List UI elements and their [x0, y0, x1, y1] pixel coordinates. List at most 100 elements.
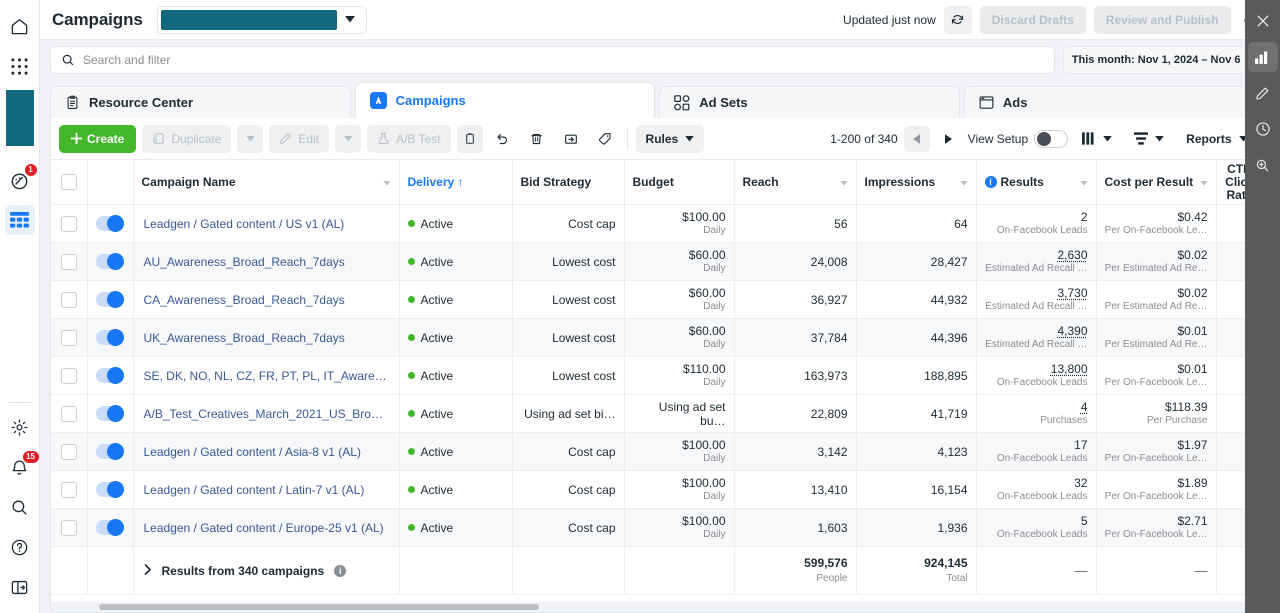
delete-button[interactable]: [523, 125, 551, 153]
revert-button[interactable]: [489, 125, 517, 153]
date-range-picker[interactable]: This month: Nov 1, 2024 – Nov 6: [1063, 46, 1265, 74]
campaign-name-link[interactable]: Leadgen / Gated content / Latin-7 v1 (AL…: [134, 483, 399, 497]
campaigns-table-container[interactable]: Campaign Name Delivery ↑ Bid Strategy Bu…: [51, 160, 1264, 612]
chevron-right-icon[interactable]: [144, 564, 152, 578]
table-row[interactable]: Leadgen / Gated content / US v1 (AL) Act…: [51, 205, 1263, 243]
duplicate-button[interactable]: Duplicate: [142, 125, 231, 153]
table-row[interactable]: Leadgen / Gated content / Latin-7 v1 (AL…: [51, 471, 1263, 509]
column-header-results[interactable]: i Results: [976, 160, 1096, 205]
column-header-impressions[interactable]: Impressions: [856, 160, 976, 205]
column-header-bid-strategy[interactable]: Bid Strategy: [512, 160, 624, 205]
account-selector[interactable]: [157, 6, 367, 34]
column-header-campaign-name[interactable]: Campaign Name: [133, 160, 399, 205]
table-row[interactable]: AU_Awareness_Broad_Reach_7days Active Lo…: [51, 243, 1263, 281]
search-input[interactable]: Search and filter: [50, 46, 1055, 74]
edit-button[interactable]: Edit: [269, 125, 329, 153]
tab-ads[interactable]: Ads: [964, 86, 1265, 118]
help-icon[interactable]: [0, 527, 40, 567]
column-header-reach[interactable]: Reach: [734, 160, 856, 205]
gear-icon[interactable]: [0, 407, 40, 447]
campaign-name-link[interactable]: Leadgen / Gated content / Asia-8 v1 (AL): [134, 445, 399, 459]
chevron-down-icon[interactable]: [383, 175, 391, 189]
row-checkbox[interactable]: [61, 444, 77, 460]
zoom-search-icon[interactable]: [1248, 150, 1278, 180]
breakdown-button[interactable]: [1126, 125, 1172, 153]
campaign-on-off-toggle[interactable]: [96, 444, 124, 459]
discard-drafts-button[interactable]: Discard Drafts: [980, 6, 1086, 34]
edit-dropdown-button[interactable]: [335, 125, 361, 153]
tab-ad-sets[interactable]: Ad Sets: [659, 86, 960, 118]
next-page-button[interactable]: [936, 126, 962, 152]
campaign-name-link[interactable]: CA_Awareness_Broad_Reach_7days: [134, 293, 399, 307]
campaign-on-off-toggle[interactable]: [96, 254, 124, 269]
campaign-on-off-toggle[interactable]: [96, 368, 124, 383]
previous-page-button[interactable]: [904, 126, 930, 152]
table-row[interactable]: SE, DK, NO, NL, CZ, FR, PT, PL, IT_Aware…: [51, 357, 1263, 395]
chevron-down-icon[interactable]: [1200, 175, 1208, 189]
campaign-on-off-toggle[interactable]: [96, 292, 124, 307]
home-icon[interactable]: [0, 6, 40, 46]
row-checkbox[interactable]: [61, 292, 77, 308]
bar-chart-icon[interactable]: [1248, 42, 1278, 72]
chevron-down-icon[interactable]: [840, 175, 848, 189]
campaign-on-off-toggle[interactable]: [96, 216, 124, 231]
row-checkbox[interactable]: [61, 406, 77, 422]
campaign-on-off-toggle[interactable]: [96, 520, 124, 535]
row-checkbox[interactable]: [61, 482, 77, 498]
campaign-name-link[interactable]: A/B_Test_Creatives_March_2021_US_Broad_…: [134, 407, 399, 421]
campaign-on-off-toggle[interactable]: [96, 406, 124, 421]
copy-button[interactable]: [457, 125, 483, 153]
review-and-publish-button[interactable]: Review and Publish: [1094, 6, 1231, 34]
campaign-name-link[interactable]: Leadgen / Gated content / US v1 (AL): [134, 217, 399, 231]
campaign-name-link[interactable]: UK_Awareness_Broad_Reach_7days: [134, 331, 399, 345]
column-header-delivery[interactable]: Delivery ↑: [399, 160, 512, 205]
panel-toggle-icon[interactable]: [0, 567, 40, 607]
rules-button[interactable]: Rules: [636, 125, 705, 153]
refresh-button[interactable]: [944, 6, 972, 34]
summary-label-cell[interactable]: Results from 340 campaigns i: [133, 547, 399, 595]
info-icon[interactable]: i: [985, 176, 997, 188]
campaign-name-link[interactable]: SE, DK, NO, NL, CZ, FR, PT, PL, IT_Aware…: [134, 369, 399, 383]
bell-icon[interactable]: 15: [0, 447, 40, 487]
tab-campaigns[interactable]: Campaigns: [355, 82, 656, 118]
account-logo[interactable]: [6, 90, 34, 146]
horizontal-scrollbar-track[interactable]: [51, 602, 1264, 612]
row-checkbox[interactable]: [61, 520, 77, 536]
row-checkbox[interactable]: [61, 216, 77, 232]
table-row[interactable]: CA_Awareness_Broad_Reach_7days Active Lo…: [51, 281, 1263, 319]
campaign-name-link[interactable]: Leadgen / Gated content / Europe-25 v1 (…: [134, 521, 399, 535]
sidebar-item-campaigns[interactable]: [0, 200, 40, 240]
table-row[interactable]: Leadgen / Gated content / Asia-8 v1 (AL)…: [51, 433, 1263, 471]
duplicate-dropdown-button[interactable]: [237, 125, 263, 153]
apps-grid-icon[interactable]: [0, 46, 40, 86]
search-icon[interactable]: [0, 487, 40, 527]
tag-button[interactable]: [591, 125, 619, 153]
view-setup-toggle[interactable]: [1034, 130, 1068, 148]
row-checkbox[interactable]: [61, 368, 77, 384]
clock-icon[interactable]: [1248, 114, 1278, 144]
columns-button[interactable]: [1074, 125, 1120, 153]
performance-gauge-icon[interactable]: 1: [0, 160, 40, 200]
chevron-down-icon[interactable]: [960, 175, 968, 189]
column-header-cost-per-result[interactable]: Cost per Result: [1096, 160, 1216, 205]
export-button[interactable]: [557, 125, 585, 153]
column-header-budget[interactable]: Budget: [624, 160, 734, 205]
row-checkbox[interactable]: [61, 254, 77, 270]
close-icon[interactable]: [1248, 6, 1278, 36]
select-all-checkbox[interactable]: [61, 174, 77, 190]
info-icon[interactable]: i: [334, 565, 346, 577]
ab-test-button[interactable]: A/B Test: [367, 125, 450, 153]
table-row[interactable]: A/B_Test_Creatives_March_2021_US_Broad_……: [51, 395, 1263, 433]
campaign-on-off-toggle[interactable]: [96, 482, 124, 497]
chevron-down-icon[interactable]: [1080, 175, 1088, 189]
reports-button[interactable]: Reports: [1178, 125, 1255, 153]
campaign-on-off-toggle[interactable]: [96, 330, 124, 345]
pencil-icon[interactable]: [1248, 78, 1278, 108]
table-row[interactable]: Leadgen / Gated content / Europe-25 v1 (…: [51, 509, 1263, 547]
campaign-name-link[interactable]: AU_Awareness_Broad_Reach_7days: [134, 255, 399, 269]
row-checkbox[interactable]: [61, 330, 77, 346]
tab-resource-center[interactable]: Resource Center: [50, 86, 351, 118]
table-row[interactable]: UK_Awareness_Broad_Reach_7days Active Lo…: [51, 319, 1263, 357]
horizontal-scrollbar-thumb[interactable]: [99, 604, 539, 610]
create-button[interactable]: Create: [59, 125, 136, 153]
